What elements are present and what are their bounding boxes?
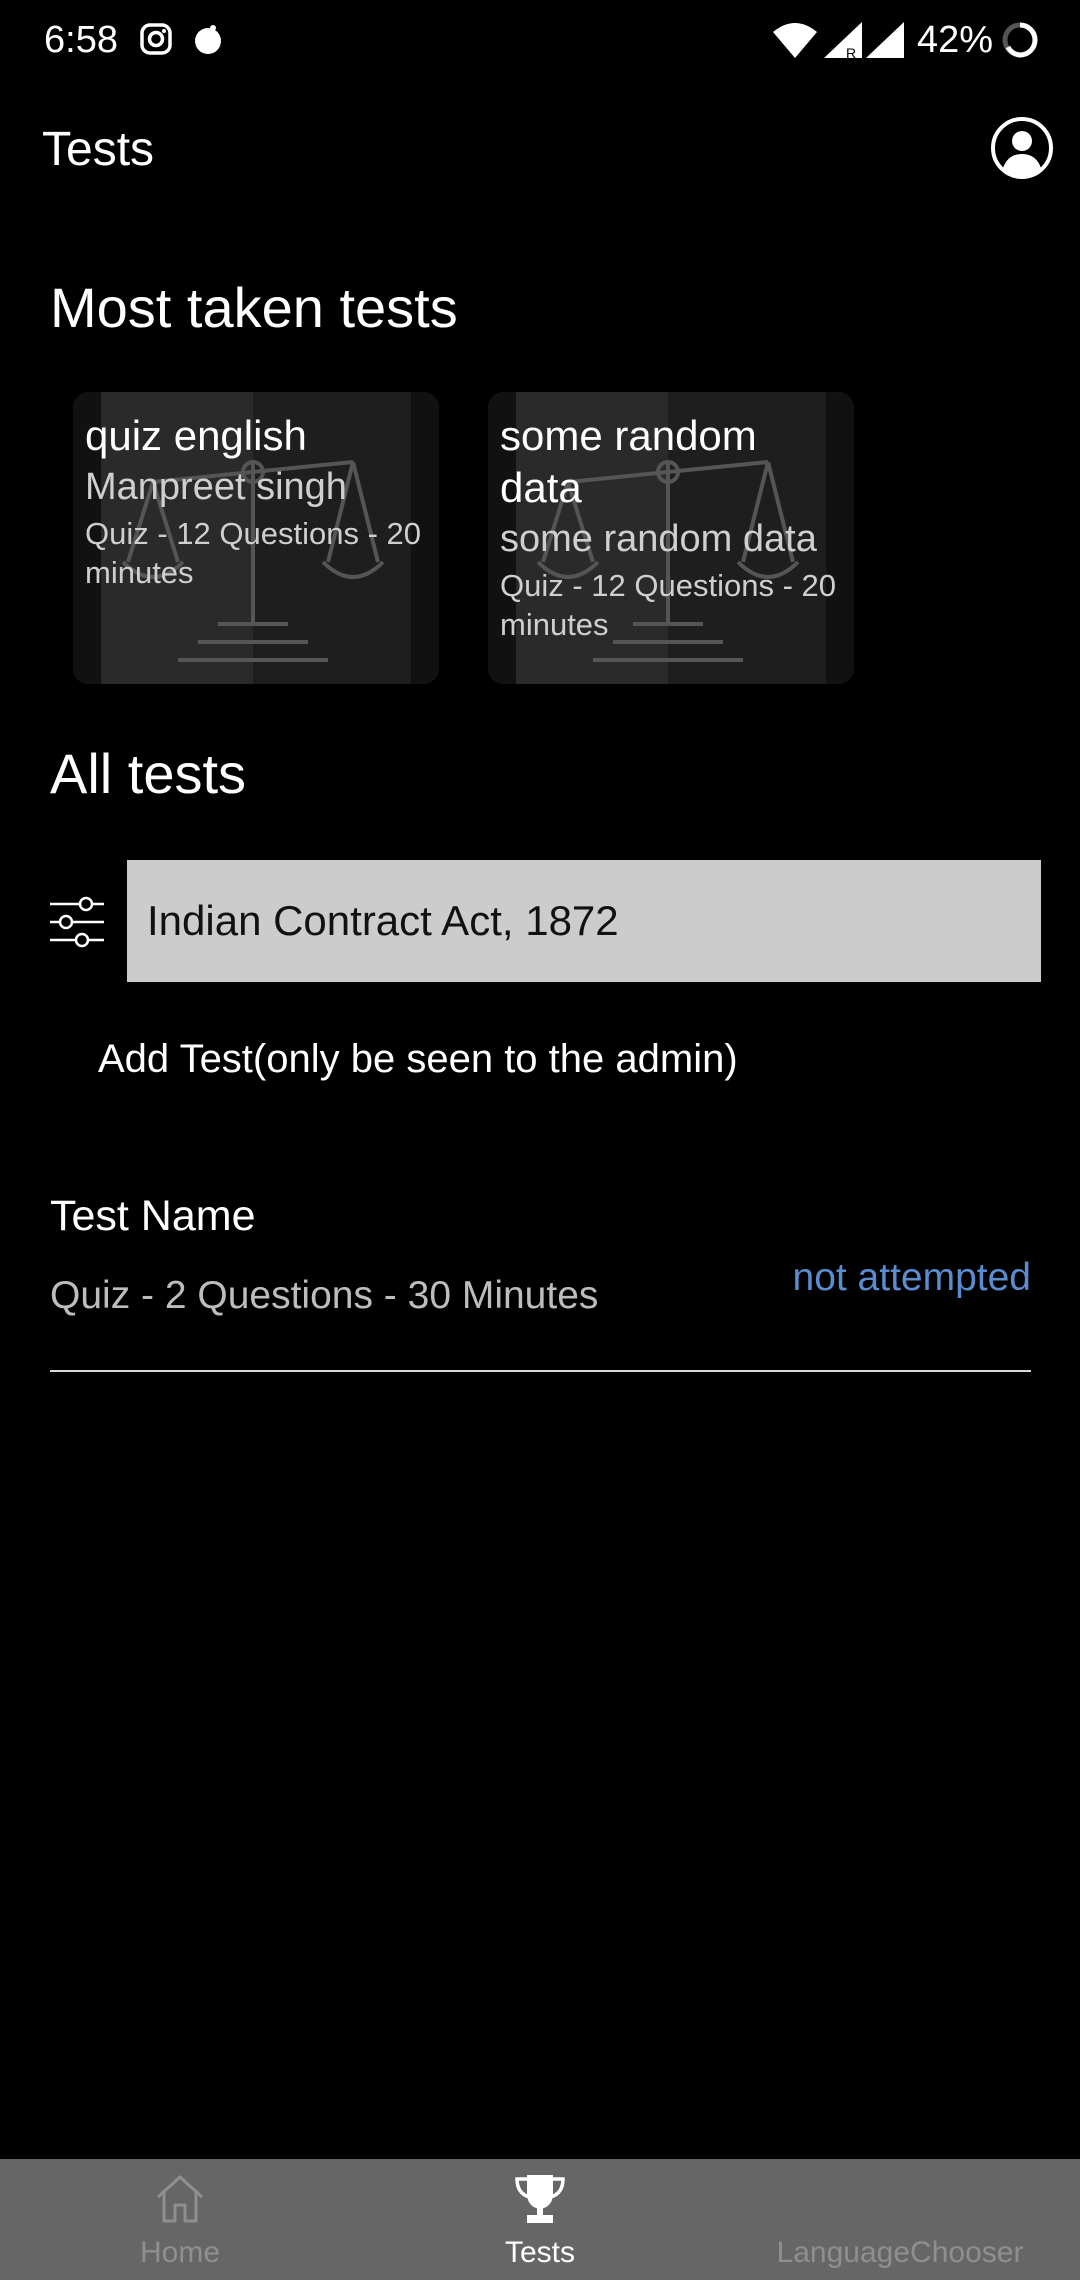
svg-text:R: R [846, 45, 856, 60]
account-circle-icon[interactable] [990, 116, 1054, 180]
nav-label-home: Home [139, 2236, 221, 2269]
test-status: not attempted [792, 1256, 1032, 1299]
battery-ring-icon [1002, 22, 1038, 58]
most-taken-title: Most taken tests [50, 276, 458, 339]
card-meta: Quiz - 12 Questions - 20 minutes [500, 568, 836, 642]
card-meta: Quiz - 12 Questions - 20 minutes [85, 516, 421, 590]
add-test-button[interactable]: Add Test(only be seen to the admin) [98, 1035, 738, 1083]
wifi-icon [773, 23, 817, 58]
test-name: Test Name [50, 1192, 256, 1240]
nav-item-home[interactable]: Home [100, 2159, 260, 2280]
status-bar: 6:58 R 42% [0, 0, 1080, 80]
card-author: some random data [500, 518, 817, 560]
search-box[interactable] [127, 860, 1041, 982]
instagram-icon [140, 23, 172, 55]
nav-item-language-chooser[interactable]: LanguageChooser [740, 2159, 1060, 2280]
test-meta: Quiz - 2 Questions - 30 Minutes [50, 1274, 599, 1317]
card-author: Manpreet singh [85, 466, 347, 508]
search-input[interactable] [147, 897, 1041, 945]
card-title: some random data [500, 412, 757, 511]
most-taken-card[interactable]: some random data some random data Quiz -… [488, 392, 854, 684]
most-taken-card[interactable]: quiz english Manpreet singh Quiz - 12 Qu… [73, 392, 439, 684]
divider [50, 1370, 1031, 1372]
nav-label-tests: Tests [504, 2236, 576, 2269]
bottom-nav: Home Tests LanguageChooser [0, 2159, 1080, 2280]
status-time: 6:58 [44, 19, 118, 61]
page-title: Tests [42, 123, 155, 176]
language-chooser-placeholder [872, 2171, 928, 2227]
filter-sliders-icon[interactable] [48, 896, 106, 948]
cell-signal-icon: R [824, 22, 862, 60]
nav-item-tests[interactable]: Tests [460, 2159, 620, 2280]
nav-label-language-chooser: LanguageChooser [776, 2236, 1024, 2269]
all-tests-title: All tests [50, 742, 247, 805]
notification-dot-icon [195, 25, 221, 54]
home-icon [156, 2175, 204, 2223]
cell-signal-icon-2 [866, 22, 904, 58]
trophy-icon [515, 2175, 565, 2223]
battery-percent: 42% [917, 19, 994, 61]
card-title: quiz english [85, 412, 307, 459]
test-list-item[interactable]: Test Name Quiz - 2 Questions - 30 Minute… [50, 1182, 1031, 1372]
